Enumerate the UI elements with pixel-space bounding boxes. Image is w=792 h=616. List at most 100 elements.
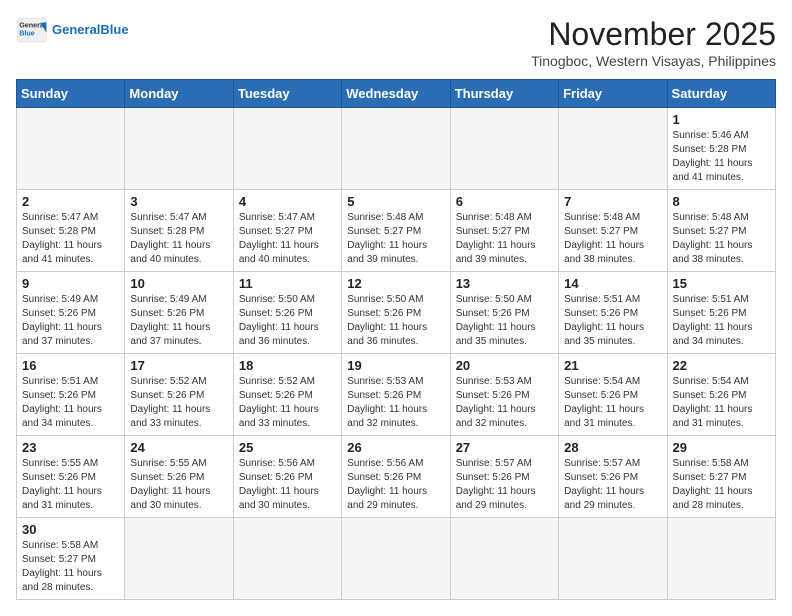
day-number: 12 xyxy=(347,276,444,291)
table-row: 21 Sunrise: 5:54 AMSunset: 5:26 PMDayligh… xyxy=(559,354,667,436)
month-title: November 2025 xyxy=(531,16,776,53)
day-number: 18 xyxy=(239,358,336,373)
table-row xyxy=(233,108,341,190)
cell-content: Sunrise: 5:53 AMSunset: 5:26 PMDaylight:… xyxy=(347,375,444,431)
cell-content: Sunrise: 5:52 AMSunset: 5:26 PMDaylight:… xyxy=(130,375,227,431)
day-number: 9 xyxy=(22,276,119,291)
cell-content: Sunrise: 5:56 AMSunset: 5:26 PMDaylight:… xyxy=(347,457,444,513)
table-row: 17 Sunrise: 5:52 AMSunset: 5:26 PMDayligh… xyxy=(125,354,233,436)
cell-content: Sunrise: 5:50 AMSunset: 5:26 PMDaylight:… xyxy=(456,293,553,349)
table-row: 30 Sunrise: 5:58 AMSunset: 5:27 PMDayligh… xyxy=(17,518,125,600)
day-number: 29 xyxy=(673,440,770,455)
table-row: 3 Sunrise: 5:47 AMSunset: 5:28 PMDaylight… xyxy=(125,190,233,272)
day-number: 3 xyxy=(130,194,227,209)
cell-content: Sunrise: 5:58 AMSunset: 5:27 PMDaylight:… xyxy=(22,539,119,595)
header: General Blue GeneralBlue November 2025 T… xyxy=(16,16,776,69)
table-row xyxy=(125,518,233,600)
cell-content: Sunrise: 5:51 AMSunset: 5:26 PMDaylight:… xyxy=(22,375,119,431)
calendar: Sunday Monday Tuesday Wednesday Thursday… xyxy=(16,79,776,600)
table-row: 26 Sunrise: 5:56 AMSunset: 5:26 PMDayligh… xyxy=(342,436,450,518)
day-number: 16 xyxy=(22,358,119,373)
day-number: 6 xyxy=(456,194,553,209)
cell-content: Sunrise: 5:47 AMSunset: 5:28 PMDaylight:… xyxy=(130,211,227,267)
table-row: 23 Sunrise: 5:55 AMSunset: 5:26 PMDayligh… xyxy=(17,436,125,518)
table-row: 25Sunrise: 5:56 AMSunset: 5:26 PMDayligh… xyxy=(233,436,341,518)
col-tuesday: Tuesday xyxy=(233,80,341,108)
day-number: 7 xyxy=(564,194,661,209)
cell-content: Sunrise: 5:50 AMSunset: 5:26 PMDaylight:… xyxy=(239,293,336,349)
day-number: 2 xyxy=(22,194,119,209)
table-row: 24Sunrise: 5:55 AMSunset: 5:26 PMDayligh… xyxy=(125,436,233,518)
day-number: 23 xyxy=(22,440,119,455)
cell-content: Sunrise: 5:57 AMSunset: 5:26 PMDaylight:… xyxy=(456,457,553,513)
logo-blue: Blue xyxy=(100,22,128,37)
day-number: 22 xyxy=(673,358,770,373)
cell-content: Sunrise: 5:56 AMSunset: 5:26 PMDaylight:… xyxy=(239,457,336,513)
cell-content: Sunrise: 5:48 AMSunset: 5:27 PMDaylight:… xyxy=(673,211,770,267)
day-number: 26 xyxy=(347,440,444,455)
table-row xyxy=(450,518,558,600)
calendar-header-row: Sunday Monday Tuesday Wednesday Thursday… xyxy=(17,80,776,108)
cell-content: Sunrise: 5:52 AMSunset: 5:26 PMDaylight:… xyxy=(239,375,336,431)
day-number: 19 xyxy=(347,358,444,373)
table-row: 9 Sunrise: 5:49 AMSunset: 5:26 PMDaylight… xyxy=(17,272,125,354)
day-number: 15 xyxy=(673,276,770,291)
cell-content: Sunrise: 5:51 AMSunset: 5:26 PMDaylight:… xyxy=(673,293,770,349)
cell-content: Sunrise: 5:49 AMSunset: 5:26 PMDaylight:… xyxy=(22,293,119,349)
cell-content: Sunrise: 5:51 AMSunset: 5:26 PMDaylight:… xyxy=(564,293,661,349)
table-row xyxy=(450,108,558,190)
cell-content: Sunrise: 5:50 AMSunset: 5:26 PMDaylight:… xyxy=(347,293,444,349)
col-sunday: Sunday xyxy=(17,80,125,108)
table-row: 20Sunrise: 5:53 AMSunset: 5:26 PMDayligh… xyxy=(450,354,558,436)
table-row: 19 Sunrise: 5:53 AMSunset: 5:26 PMDayligh… xyxy=(342,354,450,436)
cell-content: Sunrise: 5:57 AMSunset: 5:26 PMDaylight:… xyxy=(564,457,661,513)
cell-content: Sunrise: 5:48 AMSunset: 5:27 PMDaylight:… xyxy=(347,211,444,267)
table-row: 5 Sunrise: 5:48 AMSunset: 5:27 PMDaylight… xyxy=(342,190,450,272)
logo: General Blue GeneralBlue xyxy=(16,16,129,44)
cell-content: Sunrise: 5:48 AMSunset: 5:27 PMDaylight:… xyxy=(456,211,553,267)
day-number: 28 xyxy=(564,440,661,455)
table-row xyxy=(342,108,450,190)
table-row: 11Sunrise: 5:50 AMSunset: 5:26 PMDayligh… xyxy=(233,272,341,354)
cell-content: Sunrise: 5:54 AMSunset: 5:26 PMDaylight:… xyxy=(564,375,661,431)
table-row xyxy=(233,518,341,600)
day-number: 14 xyxy=(564,276,661,291)
table-row: 12 Sunrise: 5:50 AMSunset: 5:26 PMDayligh… xyxy=(342,272,450,354)
table-row: 1 Sunrise: 5:46 AMSunset: 5:28 PMDaylight… xyxy=(667,108,775,190)
table-row: 4Sunrise: 5:47 AMSunset: 5:27 PMDaylight… xyxy=(233,190,341,272)
cell-content: Sunrise: 5:46 AMSunset: 5:28 PMDaylight:… xyxy=(673,129,770,185)
table-row xyxy=(667,518,775,600)
cell-content: Sunrise: 5:47 AMSunset: 5:28 PMDaylight:… xyxy=(22,211,119,267)
table-row: 18 Sunrise: 5:52 AMSunset: 5:26 PMDayligh… xyxy=(233,354,341,436)
table-row: 7 Sunrise: 5:48 AMSunset: 5:27 PMDaylight… xyxy=(559,190,667,272)
table-row: 8 Sunrise: 5:48 AMSunset: 5:27 PMDaylight… xyxy=(667,190,775,272)
col-wednesday: Wednesday xyxy=(342,80,450,108)
col-thursday: Thursday xyxy=(450,80,558,108)
day-number: 5 xyxy=(347,194,444,209)
table-row: 2 Sunrise: 5:47 AMSunset: 5:28 PMDaylight… xyxy=(17,190,125,272)
table-row xyxy=(559,108,667,190)
location-title: Tinogboc, Western Visayas, Philippines xyxy=(531,53,776,69)
day-number: 21 xyxy=(564,358,661,373)
logo-icon: General Blue xyxy=(16,16,48,44)
svg-text:Blue: Blue xyxy=(19,29,35,38)
day-number: 1 xyxy=(673,112,770,127)
logo-text: GeneralBlue xyxy=(52,23,129,37)
table-row: 16 Sunrise: 5:51 AMSunset: 5:26 PMDayligh… xyxy=(17,354,125,436)
table-row: 28 Sunrise: 5:57 AMSunset: 5:26 PMDayligh… xyxy=(559,436,667,518)
cell-content: Sunrise: 5:55 AMSunset: 5:26 PMDaylight:… xyxy=(22,457,119,513)
day-number: 30 xyxy=(22,522,119,537)
day-number: 17 xyxy=(130,358,227,373)
cell-content: Sunrise: 5:47 AMSunset: 5:27 PMDaylight:… xyxy=(239,211,336,267)
cell-content: Sunrise: 5:58 AMSunset: 5:27 PMDaylight:… xyxy=(673,457,770,513)
col-saturday: Saturday xyxy=(667,80,775,108)
table-row xyxy=(559,518,667,600)
title-area: November 2025 Tinogboc, Western Visayas,… xyxy=(531,16,776,69)
day-number: 8 xyxy=(673,194,770,209)
table-row: 29 Sunrise: 5:58 AMSunset: 5:27 PMDayligh… xyxy=(667,436,775,518)
day-number: 20 xyxy=(456,358,553,373)
table-row: 22 Sunrise: 5:54 AMSunset: 5:26 PMDayligh… xyxy=(667,354,775,436)
cell-content: Sunrise: 5:48 AMSunset: 5:27 PMDaylight:… xyxy=(564,211,661,267)
day-number: 13 xyxy=(456,276,553,291)
cell-content: Sunrise: 5:54 AMSunset: 5:26 PMDaylight:… xyxy=(673,375,770,431)
